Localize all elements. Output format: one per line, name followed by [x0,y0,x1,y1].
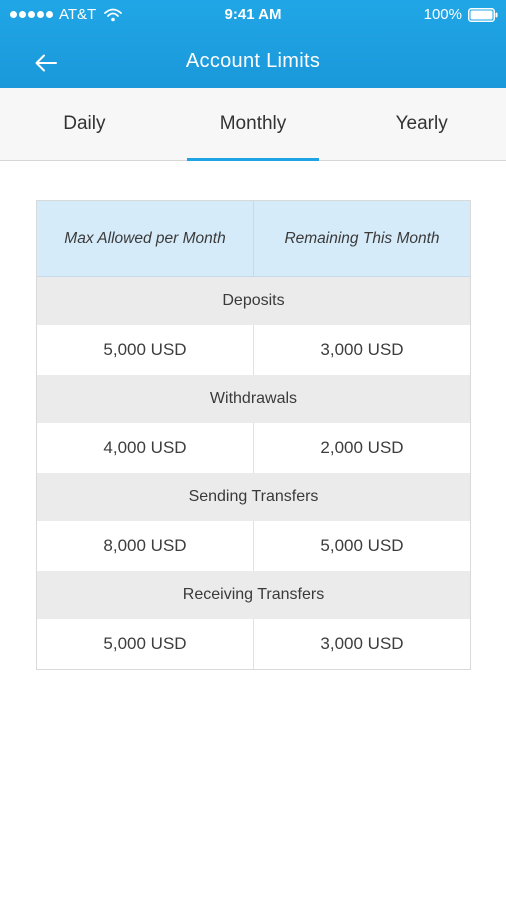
tab-monthly[interactable]: Monthly [169,88,338,161]
deposits-max-value: 5,000 USD [103,340,187,359]
period-tabs: Daily Monthly Yearly [0,88,506,161]
page-title: Account Limits [185,50,321,72]
withdrawals-remaining-value: 2,000 USD [253,423,470,473]
table-row: 8,000 USD 5,000 USD [37,521,470,571]
receiving-transfers-max-value: 5,000 USD [103,634,187,653]
sending-transfers-max-value: 8,000 USD [103,536,187,555]
table-row: 5,000 USD 3,000 USD [37,619,470,669]
tab-yearly[interactable]: Yearly [337,88,506,160]
table-header: Max Allowed per Month Remaining This Mon… [37,201,470,277]
battery-icon [468,7,498,22]
nav-bar: Account Limits [0,38,506,88]
column-header-remaining: Remaining This Month [253,201,470,276]
battery-percent: 100% [423,6,462,23]
section-deposits: Deposits [37,277,470,325]
section-receiving-transfers: Receiving Transfers [37,571,470,619]
deposits-remaining-value: 3,000 USD [253,325,470,375]
status-right: 100% [424,6,498,23]
limits-table: Max Allowed per Month Remaining This Mon… [36,200,471,670]
sending-transfers-remaining-value: 5,000 USD [253,521,470,571]
withdrawals-max-value: 4,000 USD [103,438,187,457]
table-row: 4,000 USD 2,000 USD [37,423,470,473]
status-bar: AT&T 9:41 AM 100% [0,0,506,30]
section-withdrawals: Withdrawals [37,375,470,423]
tab-daily[interactable]: Daily [0,88,169,160]
app-header: AT&T 9:41 AM 100% Account Limits [0,0,506,88]
table-row: 5,000 USD 3,000 USD [37,325,470,375]
section-sending-transfers: Sending Transfers [37,473,470,521]
column-header-max: Max Allowed per Month [64,229,226,247]
receiving-transfers-remaining-value: 3,000 USD [253,619,470,669]
